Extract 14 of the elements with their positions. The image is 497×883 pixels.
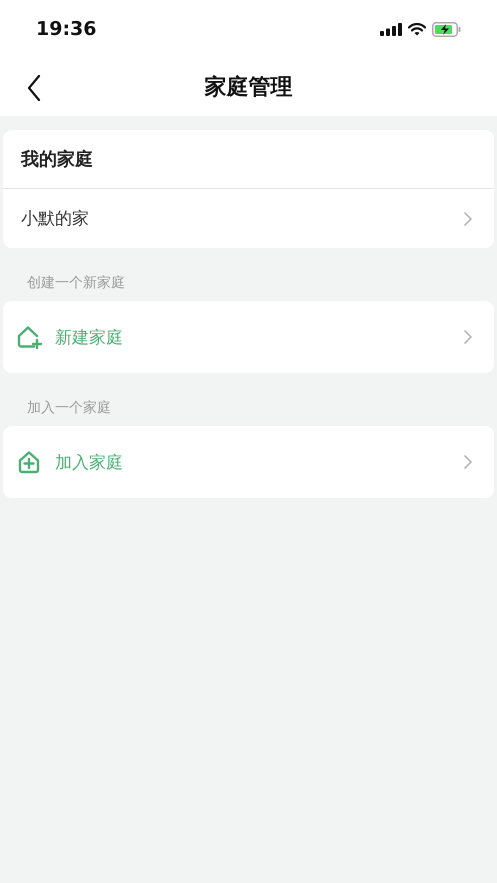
section-label: 创建一个新家庭: [26, 274, 126, 293]
section-heading: 我的家庭: [21, 148, 93, 171]
signal-icon: [380, 22, 402, 36]
page-title: 家庭管理: [204, 74, 292, 102]
chevron-icon: [464, 330, 472, 344]
section-label: 加入一个家庭: [26, 399, 112, 418]
status-time: 19:36: [36, 18, 96, 40]
battery-icon: [432, 22, 461, 36]
house-plus-icon: [17, 326, 43, 348]
chevron-icon: [464, 455, 472, 469]
action-item[interactable]: 新建家庭: [3, 301, 494, 373]
wifi-icon: [408, 22, 426, 36]
chevron-icon: [464, 212, 472, 226]
action-item[interactable]: 加入家庭: [3, 426, 494, 498]
